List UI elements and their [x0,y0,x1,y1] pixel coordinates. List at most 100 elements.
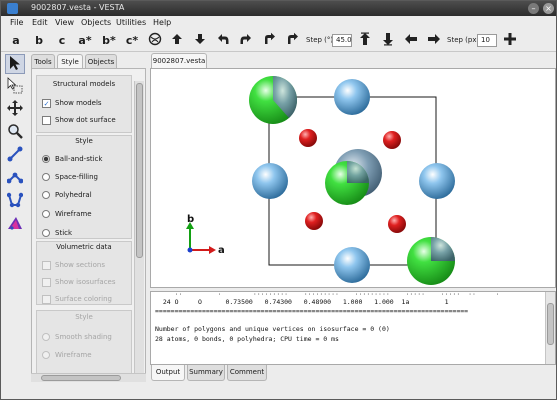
show-dot-surface-checkbox[interactable]: Show dot surface [42,114,116,126]
translate-left-icon[interactable] [402,32,420,50]
rotate-up-icon[interactable] [168,32,186,50]
menu-bar: File Edit View Objects Utilities Help [1,16,556,30]
checkmark-icon: ✓ [42,98,51,108]
style-section [36,135,132,239]
radio [42,229,50,237]
select-tool-icon[interactable] [5,54,25,74]
tab-comment[interactable]: Comment [227,365,267,381]
style-panel: Structural models ✓ Show models Show dot … [31,68,146,382]
style-heading: Style [75,137,93,145]
angle-tool-icon[interactable] [5,169,25,189]
atom-blue-left [252,163,288,199]
document-tab[interactable]: 9002807.vesta [151,53,207,68]
menu-objects[interactable]: Objects [81,18,111,27]
surface-coloring-checkbox[interactable]: Surface coloring [42,293,112,305]
style-stick-radio[interactable]: Stick [42,227,72,239]
checkbox-box [42,115,51,125]
translate-tool-icon[interactable] [5,100,25,120]
radio [42,210,50,218]
axis-label-b: b [187,214,194,225]
style-polyhedral-radio[interactable]: Polyhedral [42,189,92,201]
volumetric-heading: Volumetric data [56,243,112,251]
show-sections-checkbox[interactable]: Show sections [42,259,105,271]
scrollbar-thumb[interactable] [547,303,554,345]
orientation-matrix-icon[interactable] [146,32,164,50]
rotate-cw-icon[interactable] [283,32,301,50]
output-line-2: 28 atoms, 0 bonds, 0 polyhedra; CPU time… [155,335,339,343]
tab-output[interactable]: Output [151,365,185,381]
menu-edit[interactable]: Edit [32,18,48,27]
close-button[interactable]: × [543,3,554,14]
view-along-a-button[interactable]: a [7,32,25,50]
panel-tabs: Tools Style Objects [29,54,147,68]
tab-tools[interactable]: Tools [31,54,55,68]
radio [42,333,50,341]
radio-selected [42,155,50,163]
style-ball-and-stick-radio[interactable]: Ball-and-stick [42,153,102,165]
menu-utilities[interactable]: Utilities [116,18,146,27]
tab-summary[interactable]: Summary [187,365,225,381]
output-log[interactable]: ·· · ········· ········· ········· ·····… [150,291,556,365]
menu-file[interactable]: File [10,18,23,27]
view-along-a-star-button[interactable]: a* [76,32,94,50]
translate-down-icon[interactable] [379,32,397,50]
tab-objects[interactable]: Objects [85,54,117,68]
view-along-b-button[interactable]: b [30,32,48,50]
view-along-c-button[interactable]: c [53,32,71,50]
zoom-in-icon[interactable] [501,32,519,50]
crystal-structure-graphic: b a [186,76,455,285]
volumetric-style-heading: Style [75,313,93,321]
toolbar: a b c a* b* c* Step (°): 45.0 Step (px):… [1,30,556,52]
distance-tool-icon[interactable] [5,146,25,166]
structural-models-heading: Structural models [52,80,116,88]
show-models-checkbox[interactable]: ✓ Show models [42,97,102,109]
step-angle-input[interactable]: 45.0 [332,34,352,47]
step-px-input[interactable]: 10 [477,34,497,47]
window-title: 9002807.vesta - VESTA [31,3,125,12]
atom-red-lower-left [305,212,323,230]
atom-green-center [325,149,382,205]
translate-right-icon[interactable] [425,32,443,50]
select-region-tool-icon[interactable] [5,77,25,97]
panel-horizontal-scrollbar[interactable] [31,373,146,382]
title-bar: 9002807.vesta - VESTA – × [1,1,556,16]
view-along-b-star-button[interactable]: b* [100,32,118,50]
info-tool-icon[interactable] [5,215,25,235]
dihedral-tool-icon[interactable] [5,192,25,212]
radio [42,173,50,181]
atom-blue-top [334,79,370,115]
output-scrollbar[interactable] [545,292,555,364]
checkbox-box [42,260,51,270]
panel-vertical-scrollbar[interactable] [134,81,144,373]
tab-style[interactable]: Style [57,54,83,68]
atom-green-bottom-right [407,237,455,285]
left-toolbar [1,52,29,399]
rotate-right-icon[interactable] [237,32,255,50]
output-line-1: Number of polygons and unique vertices o… [155,325,390,333]
atom-blue-bottom [334,247,370,283]
atom-blue-right [419,163,455,199]
app-icon [7,3,18,14]
menu-help[interactable]: Help [153,18,171,27]
volumetric-wireframe-radio[interactable]: Wireframe [42,349,92,361]
atom-red-lower-right [388,215,406,233]
magnify-tool-icon[interactable] [5,123,25,143]
vesta-window: 9002807.vesta - VESTA – × File Edit View… [0,0,557,400]
scrollbar-thumb[interactable] [41,375,121,381]
translate-up-icon[interactable] [356,32,374,50]
atom-red-upper-right [383,131,401,149]
atom-red-upper-left [299,129,317,147]
show-isosurfaces-checkbox[interactable]: Show isosurfaces [42,276,116,288]
structure-viewer[interactable]: b a [150,68,556,288]
minimize-button[interactable]: – [528,3,539,14]
rotate-ccw-icon[interactable] [260,32,278,50]
rotate-left-icon[interactable] [214,32,232,50]
smooth-shading-radio[interactable]: Smooth shading [42,331,112,343]
view-along-c-star-button[interactable]: c* [123,32,141,50]
rotate-down-icon[interactable] [191,32,209,50]
atom-green-top-left [249,76,298,124]
style-space-filling-radio[interactable]: Space-filling [42,171,98,183]
menu-view[interactable]: View [55,18,74,27]
style-wireframe-radio[interactable]: Wireframe [42,208,92,220]
scrollbar-thumb[interactable] [136,83,143,258]
